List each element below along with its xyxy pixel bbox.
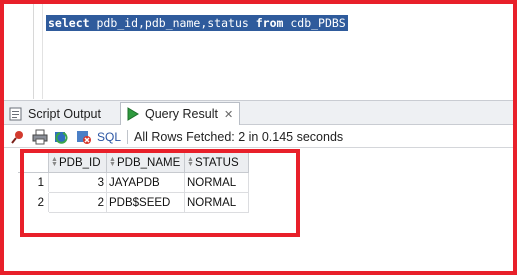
tab-query-result[interactable]: Query Result ✕ xyxy=(120,102,240,125)
result-toolbar: SQL All Rows Fetched: 2 in 0.145 seconds xyxy=(4,126,513,148)
highlight-annotation xyxy=(20,149,300,237)
sql-statement[interactable]: select pdb_id,pdb_name,status from cdb_P… xyxy=(46,15,348,31)
toolbar-separator xyxy=(127,129,129,144)
tab-query-result-label: Query Result xyxy=(145,107,218,121)
sql-keyword-from: from xyxy=(255,16,284,30)
print-icon[interactable] xyxy=(32,129,48,145)
query-result-icon xyxy=(125,106,141,122)
sql-link[interactable]: SQL xyxy=(97,130,121,144)
fetch-status-text: All Rows Fetched: 2 in 0.145 seconds xyxy=(134,129,344,144)
window-frame: select pdb_id,pdb_name,status from cdb_P… xyxy=(0,0,517,275)
editor-gutter xyxy=(4,4,34,99)
sql-keyword-select: select xyxy=(48,16,90,30)
refresh-icon[interactable] xyxy=(54,129,70,145)
tab-script-output-label: Script Output xyxy=(28,107,101,121)
close-icon[interactable]: ✕ xyxy=(224,108,233,121)
sql-table: cdb_PDBS xyxy=(283,16,346,30)
cancel-icon[interactable] xyxy=(76,129,92,145)
sql-editor[interactable]: select pdb_id,pdb_name,status from cdb_P… xyxy=(4,4,513,99)
editor-margin-line xyxy=(42,4,43,99)
pin-icon[interactable] xyxy=(10,129,26,145)
result-tab-bar: Script Output Query Result ✕ xyxy=(4,100,513,125)
script-output-icon xyxy=(8,106,24,122)
tab-script-output[interactable]: Script Output xyxy=(4,103,120,125)
sql-columns: pdb_id,pdb_name,status xyxy=(89,16,256,30)
